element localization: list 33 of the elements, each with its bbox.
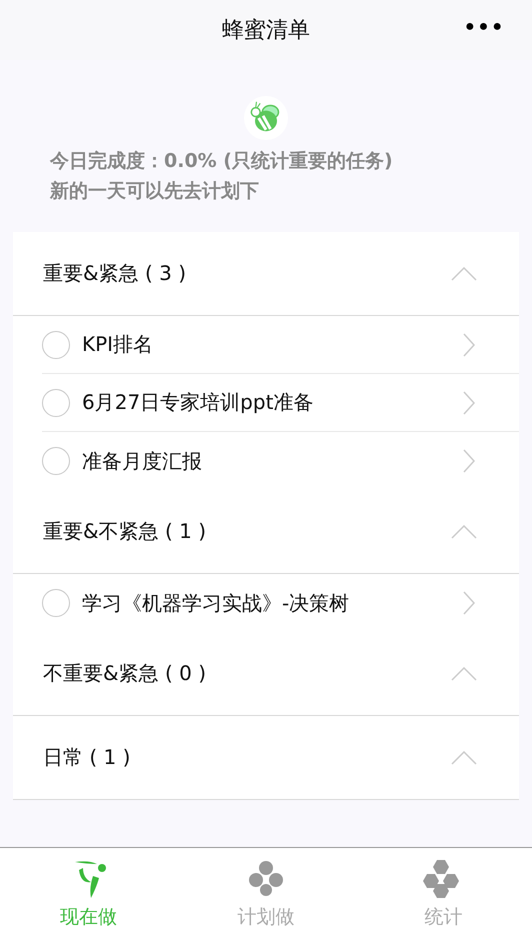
more-button[interactable]: ●●● (461, 14, 510, 40)
section-title: 重要&不紧急 ( 1 ) (43, 518, 206, 545)
task-row[interactable]: KPI排名 (42, 316, 519, 374)
task-row[interactable]: 6月27日专家培训ppt准备 (42, 374, 519, 432)
chevron-right-icon (463, 591, 475, 615)
task-title: KPI排名 (82, 331, 154, 358)
section-header[interactable]: 重要&不紧急 ( 1 ) (13, 490, 519, 574)
task-title: 6月27日专家培训ppt准备 (82, 389, 314, 416)
checkbox[interactable] (42, 589, 70, 617)
checkbox[interactable] (42, 447, 70, 475)
section-header[interactable]: 重要&紧急 ( 3 ) (13, 232, 519, 316)
progress-text: 今日完成度：0.0% (只统计重要的任务) (50, 149, 393, 174)
chevron-right-icon (463, 332, 475, 356)
section-header[interactable]: 不重要&紧急 ( 0 ) (13, 632, 519, 716)
chevron-up-icon (451, 750, 477, 764)
hint-text: 新的一天可以先去计划下 (50, 179, 259, 204)
section-header[interactable]: 日常 ( 1 ) (13, 716, 519, 800)
task-title: 学习《机器学习实战》-决策树 (82, 590, 350, 616)
chevron-right-icon (463, 390, 475, 414)
section-title: 不重要&紧急 ( 0 ) (43, 660, 206, 687)
section-title: 日常 ( 1 ) (43, 744, 130, 771)
chevron-up-icon (451, 666, 477, 680)
bee-logo-icon (244, 96, 288, 140)
task-row[interactable]: 学习《机器学习实战》-决策树 (42, 574, 519, 632)
chevron-right-icon (463, 449, 475, 473)
section-title: 重要&紧急 ( 3 ) (43, 260, 186, 287)
chevron-up-icon (451, 524, 477, 538)
page-title: 蜂蜜清单 (222, 17, 310, 45)
task-row[interactable]: 准备月度汇报 (42, 432, 519, 490)
chevron-up-icon (451, 266, 477, 280)
checkbox[interactable] (42, 330, 70, 358)
checkbox[interactable] (42, 388, 70, 416)
task-title: 准备月度汇报 (82, 448, 203, 474)
